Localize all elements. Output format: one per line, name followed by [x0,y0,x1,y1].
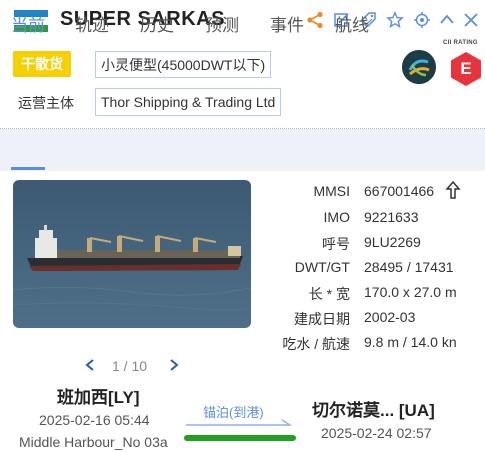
photo-next-button[interactable] [168,358,180,375]
cii-rating-badge[interactable]: E [450,51,482,87]
info-value-built: 2002-03 [364,309,416,325]
destination-time: 2025-02-24 02:57 [321,425,432,441]
operator-label: 运营主体 [18,95,74,111]
active-tab-indicator [11,167,45,170]
operator-value[interactable]: Thor Shipping & Trading Ltd [95,88,282,116]
collapse-icon[interactable] [437,10,457,30]
up-arrow-icon[interactable] [445,180,461,205]
origin-berth: Middle Harbour_No 03a [19,434,168,450]
info-key-callsign: 呼号 [322,236,350,252]
locate-icon[interactable] [412,10,432,30]
info-key-built: 建成日期 [294,311,350,327]
info-value-callsign: 9LU2269 [364,234,421,250]
info-value-mmsi: 667001466 [364,183,435,199]
vessel-photo[interactable] [13,180,251,328]
size-class-tag: 小灵便型(45000DWT以下) [95,51,272,78]
origin-port[interactable]: 班加西[LY] [57,383,140,408]
info-key-mmsi: MMSI [313,183,350,199]
ship-type-badge: 干散货 [13,51,71,77]
share-icon[interactable] [305,10,325,30]
voyage-progress-track [184,435,296,441]
info-value-dwt: 28495 / 17431 [364,259,454,275]
voyage-progress-fill [184,435,296,441]
cii-grade: E [460,59,472,78]
tab-current[interactable]: 当前 [11,11,45,36]
info-key-draft-speed: 吃水 / 航速 [282,336,350,352]
tab-bar [0,129,485,171]
tab-history[interactable]: 历史 [140,11,174,36]
info-value-imo: 9221633 [364,209,419,225]
tab-track[interactable]: 轨迹 [75,11,109,36]
info-value-draft-speed: 9.8 m / 14.0 kn [364,334,457,350]
close-icon[interactable] [461,10,481,30]
photo-pager: 1 / 10 [112,358,148,374]
status-arrow [184,416,296,434]
company-logo [402,50,436,84]
photo-prev-button[interactable] [84,358,96,375]
info-key-imo: IMO [323,209,350,225]
info-key-dimensions: 长 * 宽 [308,286,350,302]
destination-port[interactable]: 切尔诺莫... [UA] [312,396,435,421]
info-key-dwt: DWT/GT [294,259,350,275]
origin-time: 2025-02-16 05:44 [39,412,150,428]
tab-events[interactable]: 事件 [270,11,304,36]
tab-forecast[interactable]: 预测 [205,11,239,36]
cii-rating-label: CII RATING [443,40,478,46]
star-icon[interactable] [385,10,405,30]
tab-route[interactable]: 航线 [335,11,369,36]
info-value-dimensions: 170.0 x 27.0 m [364,284,457,300]
